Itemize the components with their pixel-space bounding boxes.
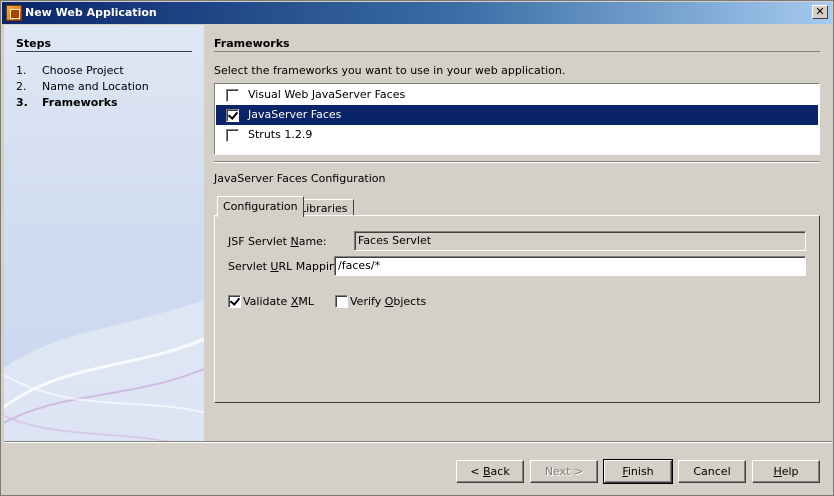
button-text: < [470,465,483,478]
label-text: Servlet [228,260,271,273]
frameworks-content: Frameworks Select the frameworks you wan… [214,25,820,441]
decorative-swirl-graphic [4,300,204,441]
mnemonic: N [290,235,299,248]
framework-item-visual-web-jsf[interactable]: Visual Web JavaServer Faces [216,85,818,105]
config-divider-highlight [214,162,820,163]
step-label: Name and Location [42,80,149,93]
mnemonic: H [773,465,782,478]
framework-checkbox[interactable] [226,109,239,122]
label-text: Verify [350,295,385,308]
title-bar[interactable]: New Web Application ✕ [2,2,832,24]
heading-divider [214,51,820,52]
label-text: Validate [243,295,291,308]
servlet-name-label: JSF Servlet Name: [228,235,327,248]
framework-item-jsf[interactable]: JavaServer Faces [216,105,818,125]
instruction-text: Select the frameworks you want to use in… [214,64,566,77]
step-label: Choose Project [42,64,124,77]
cancel-button[interactable]: Cancel [678,460,746,483]
page-title: Frameworks [214,37,290,50]
steps-divider [16,51,192,52]
framework-label: Struts 1.2.9 [248,128,313,141]
tab-configuration[interactable]: Configuration [217,196,304,217]
button-bar-divider-highlight [4,442,832,443]
close-button[interactable]: ✕ [812,5,828,19]
steps-panel: Steps 1. Choose Project 2. Name and Locati… [4,25,204,441]
validate-xml-label[interactable]: Validate XML [243,295,314,308]
framework-checkbox[interactable] [226,89,239,102]
step-choose-project: 1. Choose Project [16,64,124,77]
step-label: Frameworks [42,96,118,109]
next-button[interactable]: Next > [530,460,598,483]
steps-heading: Steps [16,37,52,50]
label-text: ame: [298,235,327,248]
step-name-and-location: 2. Name and Location [16,80,149,93]
step-frameworks: 3. Frameworks [16,96,118,109]
framework-label: JavaServer Faces [248,108,342,121]
label-text: ML [298,295,314,308]
validate-xml-checkbox[interactable] [228,295,241,308]
label-text: bjects [393,295,427,308]
step-number: 1. [16,64,27,77]
framework-checkbox[interactable] [226,129,239,142]
netbeans-app-icon [6,5,22,21]
url-mapping-label: Servlet URL Mapping: [228,260,347,273]
new-web-application-dialog: New Web Application ✕ Steps 1. Choose Pro… [0,0,834,496]
url-mapping-input[interactable]: /faces/* [334,256,806,276]
framework-item-struts[interactable]: Struts 1.2.9 [216,125,818,145]
config-section-title: JavaServer Faces Configuration [214,172,386,185]
window-title: New Web Application [25,6,157,19]
button-text: elp [781,465,799,478]
verify-objects-checkbox[interactable] [335,295,348,308]
back-button[interactable]: < Back [456,460,524,483]
framework-label: Visual Web JavaServer Faces [248,88,406,101]
finish-button[interactable]: Finish [603,459,673,484]
servlet-name-field: Faces Servlet [354,231,806,251]
label-text: JSF Servlet [228,235,291,248]
verify-objects-label[interactable]: Verify Objects [350,295,426,308]
step-number: 2. [16,80,27,93]
configuration-tab-panel: JSF Servlet Name: Faces Servlet Servlet … [214,215,820,403]
step-number: 3. [16,96,28,109]
mnemonic: B [483,465,491,478]
frameworks-list[interactable]: Visual Web JavaServer Faces JavaServer F… [214,83,820,155]
help-button[interactable]: Help [752,460,820,483]
button-text: inish [627,465,654,478]
button-text: ack [490,465,510,478]
